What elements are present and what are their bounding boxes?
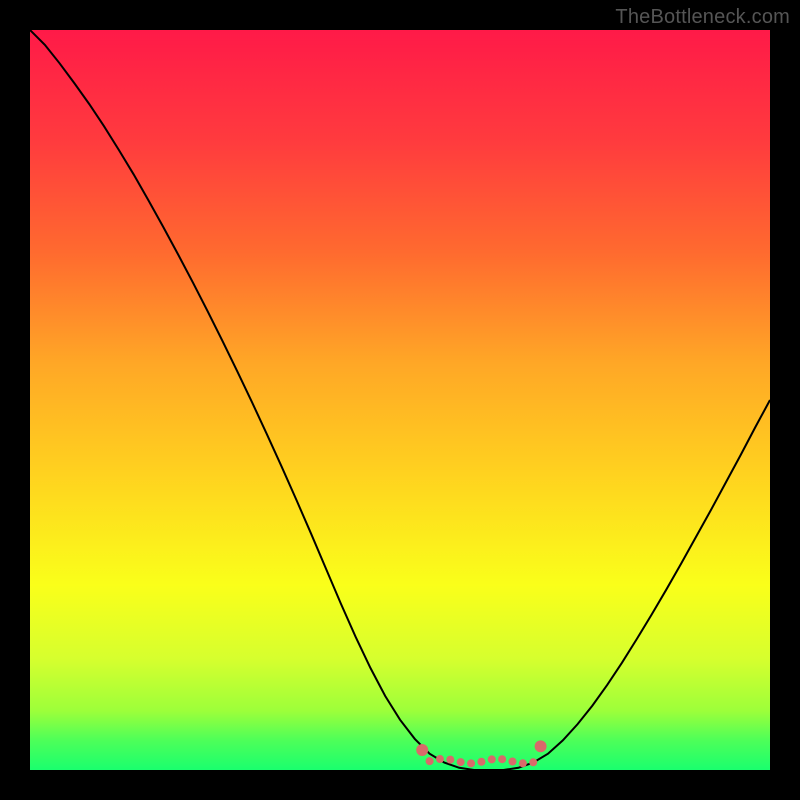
watermark-text: TheBottleneck.com [615,6,790,29]
marker-dot [498,755,506,763]
marker-dot [519,759,527,767]
chart-frame: TheBottleneck.com [0,0,800,800]
plot-area [30,30,770,770]
marker-dot [457,758,465,766]
marker-dot [477,758,485,766]
marker-dot [467,759,475,767]
marker-dot [436,755,444,763]
chart-svg [30,30,770,770]
gradient-background [30,30,770,770]
marker-dot [446,756,454,764]
marker-dot [416,744,428,756]
marker-dot [508,758,516,766]
marker-dot [488,755,496,763]
marker-dot [529,758,537,766]
marker-dot [535,740,547,752]
marker-dot [426,757,434,765]
